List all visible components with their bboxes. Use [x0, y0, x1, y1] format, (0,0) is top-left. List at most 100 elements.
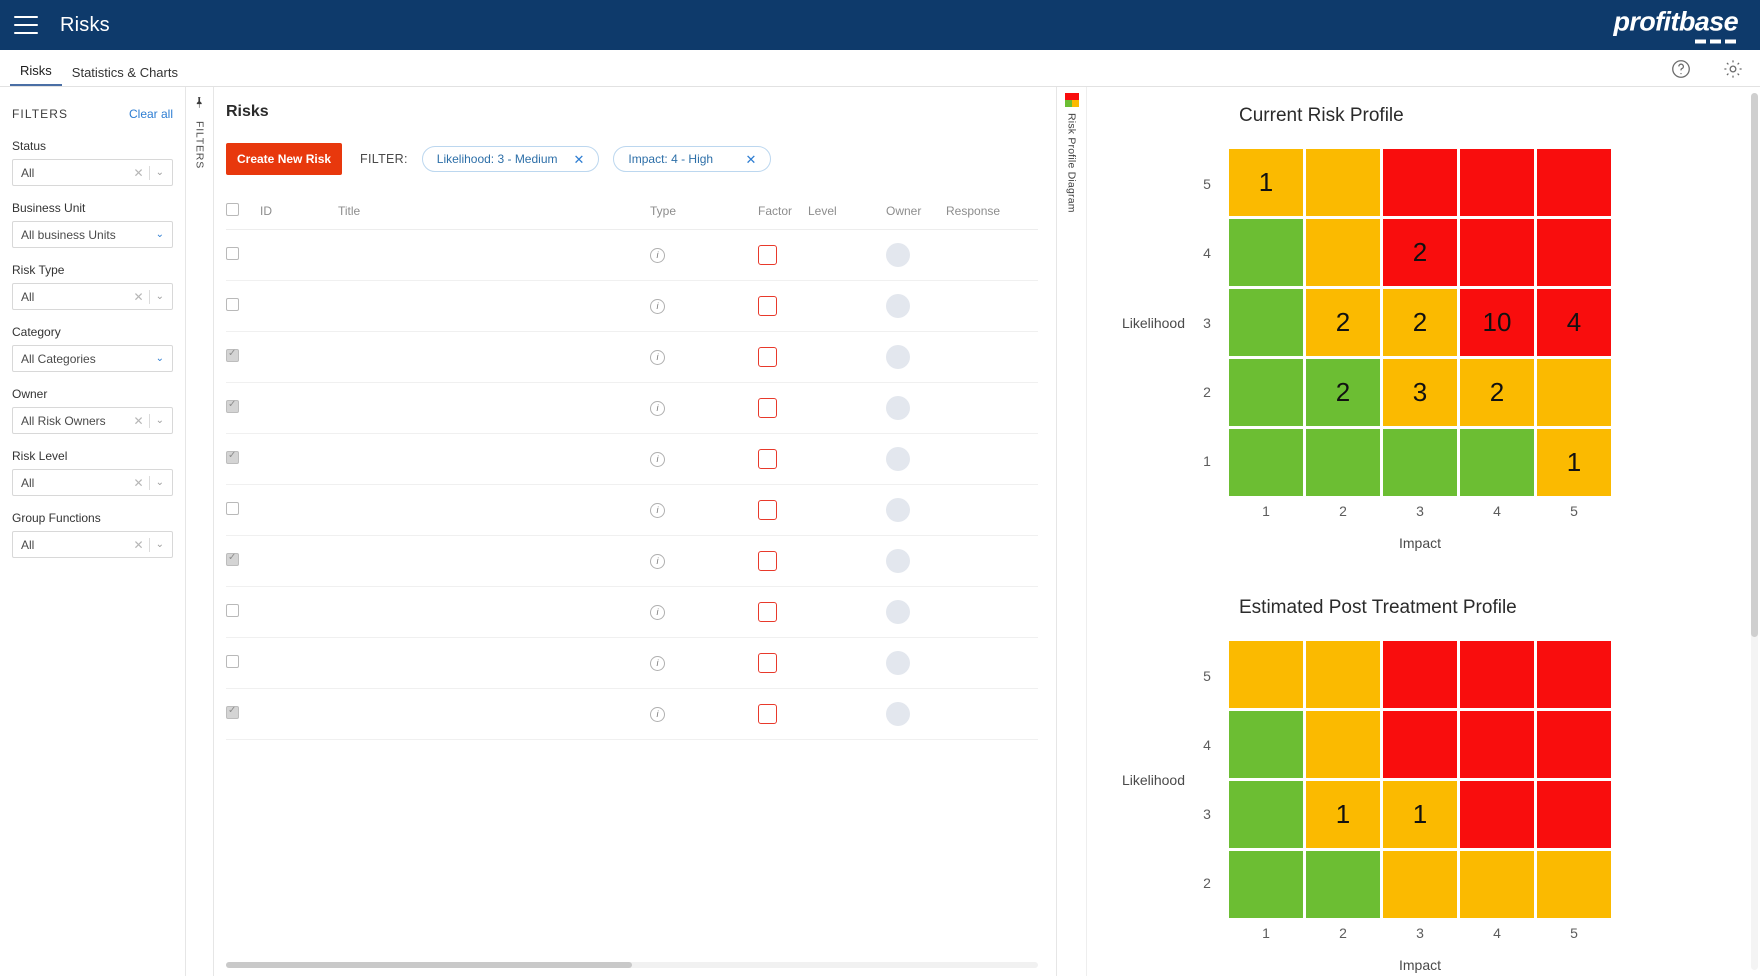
heatmap-cell[interactable] [1229, 711, 1303, 778]
tab-statistics-charts[interactable]: Statistics & Charts [62, 65, 188, 86]
info-icon[interactable]: i [650, 707, 665, 722]
hamburger-icon[interactable] [14, 16, 38, 34]
clear-icon[interactable]: ✕ [129, 166, 149, 180]
filter-select[interactable]: All✕⌄ [12, 283, 173, 310]
heatmap-cell[interactable] [1460, 641, 1534, 708]
right-panel-scrollbar[interactable] [1751, 93, 1758, 970]
filter-select[interactable]: All✕⌄ [12, 469, 173, 496]
heatmap-cell[interactable] [1306, 851, 1380, 918]
heatmap-cell[interactable] [1306, 149, 1380, 216]
heatmap-cell[interactable]: 1 [1229, 149, 1303, 216]
table-row[interactable]: i [226, 638, 1038, 689]
heatmap-cell[interactable]: 1 [1306, 781, 1380, 848]
row-checkbox[interactable] [226, 247, 239, 260]
filter-select[interactable]: All✕⌄ [12, 159, 173, 186]
filter-select[interactable]: All✕⌄ [12, 531, 173, 558]
heatmap-cell[interactable] [1306, 641, 1380, 708]
avatar[interactable] [886, 243, 910, 267]
horizontal-scrollbar[interactable] [226, 962, 1038, 968]
heatmap-cell[interactable] [1306, 219, 1380, 286]
column-header-owner[interactable]: Owner [886, 197, 946, 230]
pin-icon[interactable] [193, 95, 206, 113]
row-checkbox[interactable] [226, 655, 239, 668]
avatar[interactable] [886, 294, 910, 318]
heatmap-cell[interactable]: 2 [1460, 359, 1534, 426]
heatmap-cell[interactable]: 3 [1383, 359, 1457, 426]
heatmap-cell[interactable] [1229, 781, 1303, 848]
chevron-down-icon[interactable]: ⌄ [150, 539, 168, 550]
filter-select[interactable]: All Categories⌄ [12, 345, 173, 372]
heatmap-cell[interactable] [1306, 711, 1380, 778]
heatmap-cell[interactable]: 1 [1537, 429, 1611, 496]
filter-select[interactable]: All business Units⌄ [12, 221, 173, 248]
heatmap-cell[interactable] [1460, 711, 1534, 778]
table-row[interactable]: i [226, 230, 1038, 281]
chevron-down-icon[interactable]: ⌄ [150, 167, 168, 178]
table-row[interactable]: i [226, 332, 1038, 383]
heatmap-cell[interactable] [1537, 219, 1611, 286]
row-checkbox[interactable] [226, 451, 239, 464]
select-all-checkbox[interactable] [226, 203, 239, 216]
table-row[interactable]: i [226, 281, 1038, 332]
heatmap-cell[interactable] [1537, 149, 1611, 216]
avatar[interactable] [886, 498, 910, 522]
risk-profile-diagram-icon[interactable] [1065, 93, 1079, 107]
avatar[interactable] [886, 447, 910, 471]
heatmap-cell[interactable] [1537, 359, 1611, 426]
heatmap-cell[interactable] [1537, 851, 1611, 918]
table-row[interactable]: i [226, 587, 1038, 638]
heatmap-cell[interactable]: 1 [1383, 781, 1457, 848]
heatmap-cell[interactable] [1229, 359, 1303, 426]
heatmap-cell[interactable] [1383, 711, 1457, 778]
heatmap-cell[interactable] [1229, 219, 1303, 286]
chevron-down-icon[interactable]: ⌄ [150, 415, 168, 426]
filter-chip-impact[interactable]: Impact: 4 - High ✕ [613, 146, 771, 172]
table-row[interactable]: i [226, 536, 1038, 587]
clear-all-link[interactable]: Clear all [129, 107, 173, 121]
avatar[interactable] [886, 549, 910, 573]
help-circle-icon[interactable] [1670, 58, 1692, 80]
heatmap-cell[interactable] [1383, 149, 1457, 216]
column-header-title[interactable]: Title [338, 197, 650, 230]
info-icon[interactable]: i [650, 452, 665, 467]
row-checkbox[interactable] [226, 298, 239, 311]
filter-select[interactable]: All Risk Owners✕⌄ [12, 407, 173, 434]
heatmap-cell[interactable] [1537, 711, 1611, 778]
table-row[interactable]: i [226, 434, 1038, 485]
table-row[interactable]: i [226, 383, 1038, 434]
column-header-id[interactable]: ID [260, 197, 338, 230]
close-icon[interactable]: ✕ [574, 153, 585, 166]
heatmap-cell[interactable] [1383, 851, 1457, 918]
clear-icon[interactable]: ✕ [129, 538, 149, 552]
column-header-response[interactable]: Response [946, 197, 1038, 230]
heatmap-cell[interactable] [1229, 429, 1303, 496]
heatmap-cell[interactable] [1229, 851, 1303, 918]
info-icon[interactable]: i [650, 554, 665, 569]
avatar[interactable] [886, 600, 910, 624]
info-icon[interactable]: i [650, 401, 665, 416]
chevron-down-icon[interactable]: ⌄ [150, 353, 168, 364]
info-icon[interactable]: i [650, 299, 665, 314]
heatmap-cell[interactable]: 2 [1306, 289, 1380, 356]
heatmap-cell[interactable] [1383, 641, 1457, 708]
tab-risks[interactable]: Risks [10, 63, 62, 86]
heatmap-cell[interactable]: 10 [1460, 289, 1534, 356]
chevron-down-icon[interactable]: ⌄ [150, 291, 168, 302]
column-header-factor[interactable]: Factor [758, 197, 808, 230]
chevron-down-icon[interactable]: ⌄ [150, 477, 168, 488]
heatmap-cell[interactable]: 4 [1537, 289, 1611, 356]
heatmap-cell[interactable] [1229, 289, 1303, 356]
heatmap-cell[interactable] [1460, 851, 1534, 918]
row-checkbox[interactable] [226, 553, 239, 566]
close-icon[interactable]: ✕ [746, 153, 757, 166]
heatmap-cell[interactable]: 2 [1383, 289, 1457, 356]
heatmap-cell[interactable] [1537, 641, 1611, 708]
avatar[interactable] [886, 396, 910, 420]
row-checkbox[interactable] [226, 502, 239, 515]
heatmap-cell[interactable] [1460, 781, 1534, 848]
avatar[interactable] [886, 345, 910, 369]
avatar[interactable] [886, 651, 910, 675]
gear-icon[interactable] [1722, 58, 1744, 80]
row-checkbox[interactable] [226, 706, 239, 719]
heatmap-cell[interactable] [1460, 429, 1534, 496]
